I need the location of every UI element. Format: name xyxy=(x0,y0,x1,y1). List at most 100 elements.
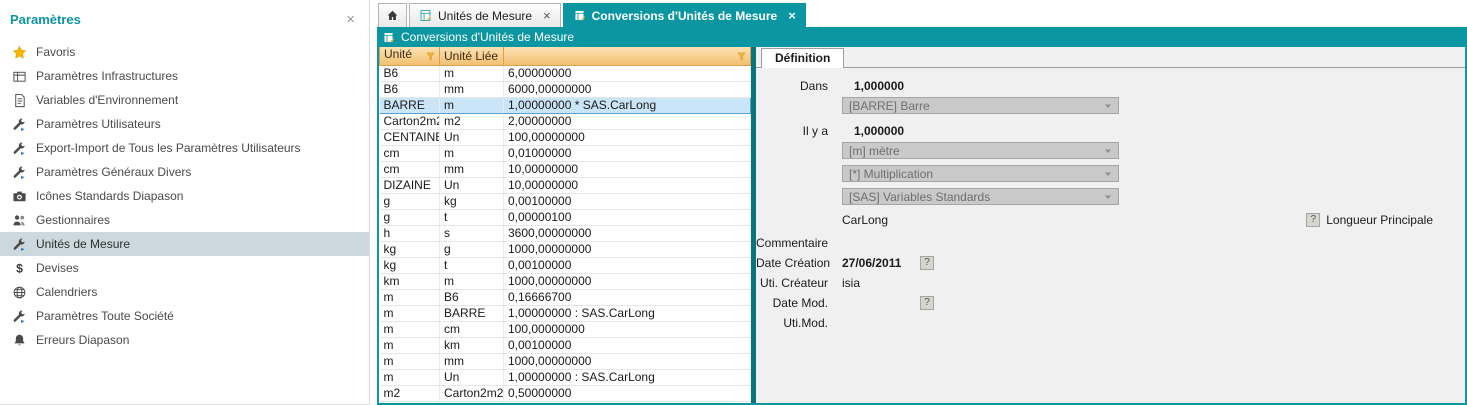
sidebar-item[interactable]: Paramètres Utilisateurs xyxy=(0,112,369,136)
table-cell[interactable]: mm xyxy=(440,161,504,177)
table-cell[interactable]: mm xyxy=(440,81,504,97)
sidebar-item[interactable]: Variables d'Environnement xyxy=(0,88,369,112)
table-cell[interactable]: 0,01000000 xyxy=(504,145,751,161)
table-cell[interactable]: kg xyxy=(440,193,504,209)
table-cell[interactable]: 1,00000000 : SAS.CarLong xyxy=(504,305,751,321)
table-row[interactable]: mcm100,00000000 xyxy=(380,321,751,337)
table-row[interactable]: Carton2m2m22,00000000 xyxy=(380,113,751,129)
table-cell[interactable]: m xyxy=(380,289,440,305)
table-row[interactable]: mBARRE1,00000000 : SAS.CarLong xyxy=(380,305,751,321)
calendar-help-button[interactable]: ? xyxy=(920,296,934,310)
table-cell[interactable]: g xyxy=(380,193,440,209)
table-row[interactable]: cmm0,01000000 xyxy=(380,145,751,161)
table-cell[interactable]: 100,00000000 xyxy=(504,321,751,337)
tab-definition[interactable]: Définition xyxy=(761,48,844,68)
table-cell[interactable]: kg xyxy=(380,257,440,273)
table-row[interactable]: CENTAINEUn100,00000000 xyxy=(380,129,751,145)
close-icon[interactable]: × xyxy=(346,12,355,27)
tab[interactable]: Conversions d'Unités de Mesure × xyxy=(563,3,806,27)
table-row[interactable]: mUn1,00000000 : SAS.CarLong xyxy=(380,369,751,385)
table-row[interactable]: gkg0,00100000 xyxy=(380,193,751,209)
table-cell[interactable]: CENTAINE xyxy=(380,129,440,145)
table-cell[interactable]: BARRE xyxy=(380,97,440,113)
operation-select[interactable]: [*] Multiplication xyxy=(842,165,1119,182)
table-row[interactable]: mmm1000,00000000 xyxy=(380,353,751,369)
sidebar-item[interactable]: Unités de Mesure xyxy=(0,232,369,256)
table-cell[interactable]: mm xyxy=(440,353,504,369)
table-cell[interactable]: 1,00000000 * SAS.CarLong xyxy=(504,97,751,113)
table-cell[interactable]: Carton2m2 xyxy=(380,113,440,129)
variable-group-select[interactable]: [SAS] Variables Standards xyxy=(842,188,1119,205)
table-cell[interactable]: m xyxy=(440,145,504,161)
sidebar-item[interactable]: Icônes Standards Diapason xyxy=(0,184,369,208)
sidebar-item[interactable]: Calendriers xyxy=(0,280,369,304)
column-options-icon[interactable] xyxy=(737,50,746,64)
table-cell[interactable]: BARRE xyxy=(440,305,504,321)
table-cell[interactable]: km xyxy=(440,337,504,353)
table-cell[interactable]: 1000,00000000 xyxy=(504,273,751,289)
tab[interactable]: Unités de Mesure × xyxy=(409,3,561,27)
table-cell[interactable]: 2,00000000 xyxy=(504,113,751,129)
table-cell[interactable]: km xyxy=(380,273,440,289)
table-cell[interactable]: g xyxy=(380,209,440,225)
table-cell[interactable]: 0,16666700 xyxy=(504,289,751,305)
table-cell[interactable]: m xyxy=(440,273,504,289)
sidebar-item[interactable]: Gestionnaires xyxy=(0,208,369,232)
tab-close-icon[interactable]: × xyxy=(543,9,551,22)
table-row[interactable]: BARREm1,00000000 * SAS.CarLong xyxy=(380,97,751,113)
table-cell[interactable]: 100,00000000 xyxy=(504,129,751,145)
table-cell[interactable]: cm xyxy=(380,161,440,177)
table-cell[interactable]: h xyxy=(380,225,440,241)
table-cell[interactable]: t xyxy=(440,209,504,225)
table-cell[interactable]: kg xyxy=(380,241,440,257)
table-row[interactable]: B6m6,00000000 xyxy=(380,65,751,81)
table-cell[interactable]: 3600,00000000 xyxy=(504,225,751,241)
table-row[interactable]: mkm0,00100000 xyxy=(380,337,751,353)
table-cell[interactable]: Un xyxy=(440,369,504,385)
table-cell[interactable]: B6 xyxy=(380,81,440,97)
table-cell[interactable]: 6000,00000000 xyxy=(504,81,751,97)
table-cell[interactable]: t xyxy=(440,257,504,273)
table-cell[interactable]: m xyxy=(380,337,440,353)
table-row[interactable]: kmm1000,00000000 xyxy=(380,273,751,289)
table-cell[interactable]: B6 xyxy=(440,289,504,305)
table-cell[interactable]: 10,00000000 xyxy=(504,177,751,193)
table-cell[interactable]: m xyxy=(380,305,440,321)
table-cell[interactable]: cm xyxy=(380,145,440,161)
table-cell[interactable]: 0,50000000 xyxy=(504,385,751,401)
table-cell[interactable]: 0,00100000 xyxy=(504,193,751,209)
table-row[interactable]: B6mm6000,00000000 xyxy=(380,81,751,97)
table-row[interactable]: kgg1000,00000000 xyxy=(380,241,751,257)
tab-home[interactable] xyxy=(378,3,407,27)
unit-select[interactable]: [m] mètre xyxy=(842,142,1119,159)
dans-unit-select[interactable]: [BARRE] Barre xyxy=(842,97,1119,114)
table-row[interactable]: m2Carton2m20,50000000 xyxy=(380,385,751,401)
help-button[interactable]: ? xyxy=(1306,213,1320,227)
calendar-help-button[interactable]: ? xyxy=(920,256,934,270)
table-row[interactable]: DIZAINEUn10,00000000 xyxy=(380,177,751,193)
table-cell[interactable]: m xyxy=(380,321,440,337)
table-row[interactable]: hs3600,00000000 xyxy=(380,225,751,241)
table-cell[interactable]: cm xyxy=(440,321,504,337)
table-row[interactable]: cmmm10,00000000 xyxy=(380,161,751,177)
sidebar-item[interactable]: Paramètres Infrastructures xyxy=(0,64,369,88)
table-cell[interactable]: m xyxy=(380,369,440,385)
table-cell[interactable]: m xyxy=(440,65,504,81)
table-cell[interactable]: m xyxy=(380,353,440,369)
table-cell[interactable]: Carton2m2 xyxy=(440,385,504,401)
sidebar-item[interactable]: $ Devises xyxy=(0,256,369,280)
sidebar-item[interactable]: Paramètres Toute Société xyxy=(0,304,369,328)
column-header-unite-liee[interactable]: Unité Liée xyxy=(440,47,504,65)
column-header-unite[interactable]: Unité xyxy=(380,47,440,65)
sidebar-item[interactable]: Paramètres Généraux Divers xyxy=(0,160,369,184)
table-row[interactable]: kgt0,00100000 xyxy=(380,257,751,273)
table-cell[interactable]: Un xyxy=(440,177,504,193)
column-header-value[interactable] xyxy=(504,47,751,65)
table-cell[interactable]: DIZAINE xyxy=(380,177,440,193)
table-cell[interactable]: m xyxy=(440,97,504,113)
table-row[interactable]: gt0,00000100 xyxy=(380,209,751,225)
table-cell[interactable]: 1,00000000 : SAS.CarLong xyxy=(504,369,751,385)
sidebar-item[interactable]: Export-Import de Tous les Paramètres Uti… xyxy=(0,136,369,160)
table-cell[interactable]: m2 xyxy=(380,385,440,401)
table-cell[interactable]: 6,00000000 xyxy=(504,65,751,81)
